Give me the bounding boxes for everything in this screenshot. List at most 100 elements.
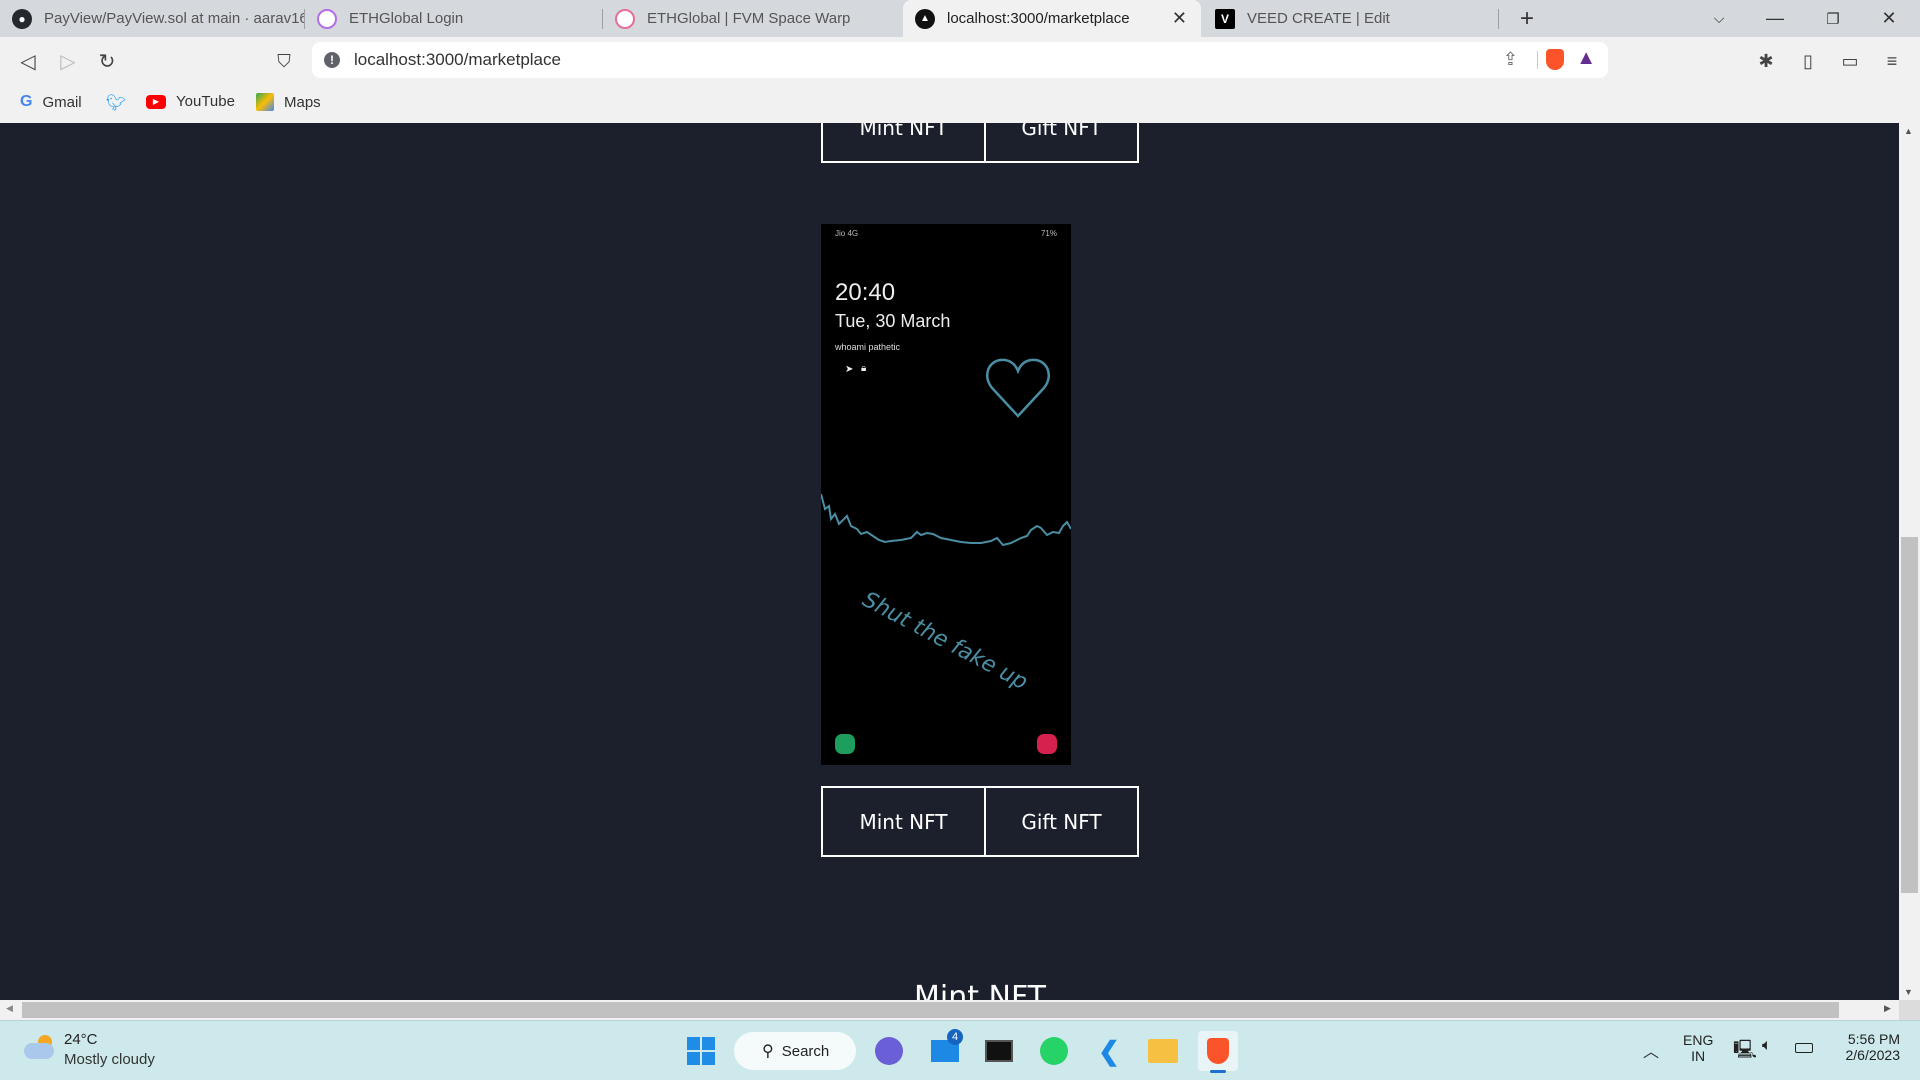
nft-card-actions-top: Mint NFT Gift NFT [821, 123, 1139, 163]
tab-veed[interactable]: V VEED CREATE | Edit [1203, 0, 1499, 37]
restore-icon[interactable]: ❐ [1810, 0, 1856, 37]
whatsapp-icon [1040, 1037, 1068, 1065]
youtube-icon: ▶ [146, 94, 166, 109]
twitter-icon: 🐦︎ [106, 95, 127, 112]
taskbar-search[interactable]: ⚲ Search [734, 1032, 856, 1070]
page-viewport: Mint NFT Gift NFT Jio 4G 71% 20:40 Tue, … [0, 123, 1899, 1000]
vertical-scrollbar[interactable]: ▲ ▼ [1899, 123, 1920, 1000]
tab-marketplace[interactable]: ▲ localhost:3000/marketplace ✕ [903, 0, 1201, 37]
bookmark-icon[interactable]: ⛉ [270, 47, 298, 75]
terminal-icon [985, 1040, 1013, 1062]
clock-date: 2/6/2023 [1845, 1047, 1901, 1063]
gift-nft-button[interactable]: Gift NFT [986, 786, 1139, 857]
vscode-icon: ❮ [1098, 1035, 1120, 1066]
scrollbar-thumb[interactable] [1901, 537, 1918, 893]
bookmark-label: Maps [284, 93, 321, 111]
network-icon[interactable]: 🖳︎ [1733, 1037, 1757, 1067]
section-heading: Mint NFT [913, 980, 1047, 1000]
weather-temp[interactable]: 24°C [64, 1031, 98, 1048]
taskbar-whatsapp[interactable] [1034, 1031, 1074, 1071]
tab-ethglobal-login[interactable]: ETHGlobal Login [305, 0, 603, 37]
weather-condition[interactable]: Mostly cloudy [64, 1051, 155, 1068]
bookmark-maps[interactable]: Maps [256, 93, 321, 111]
tab-title: ETHGlobal Login [349, 10, 464, 27]
tab-search-chevron-icon[interactable]: ⌵ [1696, 0, 1742, 37]
search-label: Search [781, 1042, 830, 1060]
windows-icon [687, 1037, 715, 1065]
taskbar-vscode[interactable]: ❮ [1089, 1031, 1129, 1071]
extensions-icon[interactable]: ✱ [1752, 47, 1780, 75]
tab-ethglobal-fvm[interactable]: ETHGlobal | FVM Space Warp [603, 0, 901, 37]
bookmark-label: YouTube [176, 93, 235, 110]
volume-icon[interactable]: 🔈︎ [1762, 1037, 1772, 1055]
share-icon[interactable]: ⇪ [1503, 49, 1518, 70]
url-text[interactable]: localhost:3000/marketplace [354, 50, 561, 70]
show-hidden-icons-chevron[interactable]: ︿ [1643, 1038, 1659, 1062]
bookmark-twitter[interactable]: 🐦︎ [106, 93, 136, 113]
horizontal-scrollbar[interactable]: ◀ ▶ [0, 1000, 1899, 1020]
close-window-icon[interactable]: ✕ [1866, 0, 1912, 37]
start-button[interactable] [681, 1031, 721, 1071]
forward-icon[interactable]: ▷ [54, 47, 82, 75]
nft-caption: Shut the fake up [858, 587, 1031, 695]
close-tab-icon[interactable]: ✕ [1172, 8, 1187, 29]
brave-shields-icon[interactable] [1546, 49, 1564, 70]
nft-image: Jio 4G 71% 20:40 Tue, 30 March whoami pa… [821, 224, 1071, 765]
nft-card-actions: Mint NFT Gift NFT [821, 786, 1139, 857]
site-icon: ▲ [915, 8, 935, 29]
reload-icon[interactable]: ↻ [93, 47, 121, 75]
search-icon: ⚲ [762, 1043, 774, 1060]
taskbar-brave[interactable] [1198, 1031, 1238, 1073]
weather-icon[interactable] [24, 1035, 58, 1061]
nft-artwork: Shut the fake up [821, 358, 1071, 754]
bookmark-gmail[interactable]: G Gmail [20, 93, 82, 111]
scroll-up-icon[interactable]: ▲ [1904, 126, 1913, 136]
scrollbar-thumb[interactable] [22, 1002, 1839, 1018]
address-bar[interactable]: ! localhost:3000/marketplace ⇪ ▲ [312, 42, 1608, 78]
browser-toolbar: ◁ ▷ ↻ ⛉ ! localhost:3000/marketplace ⇪ ▲… [0, 37, 1920, 85]
maps-icon [256, 93, 274, 111]
tab-title: VEED CREATE | Edit [1247, 10, 1390, 27]
back-icon[interactable]: ◁ [14, 47, 42, 75]
taskbar-mail[interactable]: 4 [925, 1029, 965, 1071]
tab-title: ETHGlobal | FVM Space Warp [647, 10, 851, 27]
scrollbar-corner [1899, 1000, 1920, 1020]
scroll-down-icon[interactable]: ▼ [1904, 987, 1913, 997]
new-tab-button[interactable]: + [1504, 0, 1550, 37]
waveform-line [821, 493, 1071, 547]
taskbar-terminal[interactable] [979, 1031, 1019, 1071]
gift-nft-button[interactable]: Gift NFT [986, 123, 1139, 163]
taskbar: 24°C Mostly cloudy ⚲ Search 4 ❮ ︿ ENG IN … [0, 1020, 1920, 1080]
heart-icon [986, 358, 1050, 418]
bookmark-label: Gmail [42, 93, 82, 111]
mint-nft-button[interactable]: Mint NFT [821, 123, 986, 163]
camera-app-icon [1037, 734, 1057, 754]
mint-nft-button[interactable]: Mint NFT [821, 786, 986, 857]
veed-icon: V [1215, 8, 1235, 29]
minimize-icon[interactable]: — [1752, 0, 1798, 37]
folder-icon [1148, 1039, 1178, 1063]
bookmark-youtube[interactable]: ▶ YouTube [146, 93, 235, 110]
scroll-right-icon[interactable]: ▶ [1884, 1003, 1891, 1014]
divider [1537, 51, 1538, 69]
region-code: IN [1691, 1048, 1706, 1064]
battery-icon[interactable] [1795, 1043, 1813, 1053]
wallet-icon[interactable]: ▭ [1836, 47, 1864, 75]
language-indicator[interactable]: ENG IN [1683, 1032, 1713, 1064]
google-icon: G [20, 93, 33, 110]
site-info-icon[interactable]: ! [324, 52, 340, 68]
ethglobal-icon [317, 8, 337, 29]
sidebar-icon[interactable]: ▯ [1794, 47, 1822, 75]
brave-rewards-icon[interactable]: ▲ [1576, 47, 1596, 70]
clock[interactable]: 5:56 PM 2/6/2023 [1846, 1031, 1901, 1063]
menu-icon[interactable]: ≡ [1878, 47, 1906, 75]
clock-time: 5:56 PM [1847, 1031, 1900, 1047]
github-icon: ● [12, 8, 32, 29]
taskbar-file-explorer[interactable] [1143, 1031, 1183, 1071]
tab-title: PayView/PayView.sol at main · aarav16 [44, 10, 305, 27]
phone-app-icon [835, 734, 855, 754]
taskbar-meet[interactable] [869, 1031, 909, 1071]
tab-github[interactable]: ● PayView/PayView.sol at main · aarav16 [0, 0, 305, 37]
scroll-left-icon[interactable]: ◀ [6, 1003, 13, 1014]
brave-icon [1207, 1038, 1229, 1064]
